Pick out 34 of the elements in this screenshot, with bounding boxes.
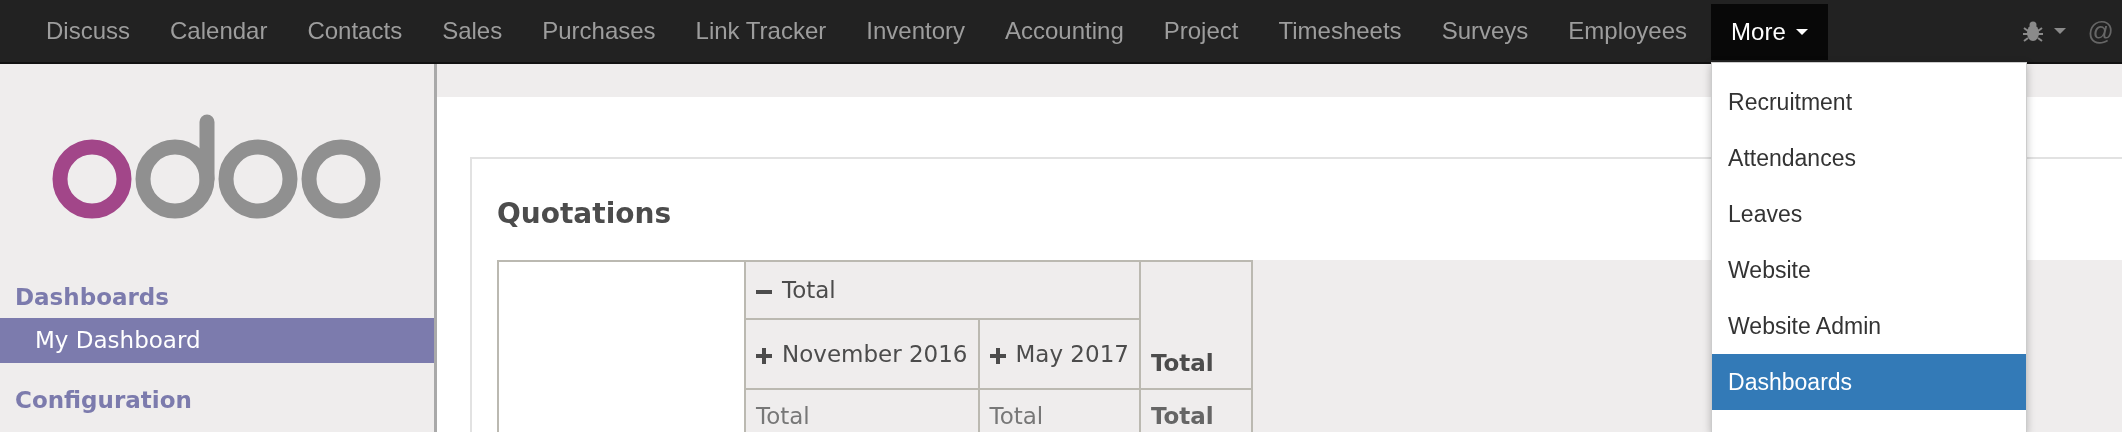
pivot-header[interactable]: Total [745,261,1140,319]
pivot-header[interactable]: May 2017 [978,319,1140,389]
menu-item[interactable]: Inventory [846,0,985,62]
menu-item[interactable]: Discuss [26,0,150,62]
caret-icon [2053,28,2066,34]
menu-item[interactable]: Surveys [1421,0,1549,62]
dashboard-title: Quotations [497,197,672,230]
dropdown-item[interactable]: Leaves [1712,186,2027,242]
menu-item[interactable]: Project [1143,0,1259,62]
menu-section-title[interactable]: Dashboards [0,226,434,312]
menu-item[interactable]: Employees [1548,0,1708,62]
dropdown-item[interactable]: Website [1712,242,2027,298]
table-cell: Total [978,389,1140,432]
menu-section-title[interactable]: Configuration [0,363,434,415]
bug-icon [2021,20,2044,42]
sidebar-item[interactable]: My Dashboard [0,318,434,363]
menu-item[interactable]: Timesheets [1258,0,1422,62]
dropdown-item[interactable]: Recruitment [1712,74,2027,130]
menu-item[interactable]: Sales [422,0,523,62]
menu-item[interactable]: Link Tracker [675,0,847,62]
dropdown-item[interactable]: Dashboards [1712,354,2027,410]
menu-item[interactable]: Purchases [522,0,676,62]
pivot-header: Total [1139,261,1252,389]
dropdown-item[interactable]: Website Admin [1712,298,2027,354]
table-cell: Total [745,389,979,432]
pivot-header[interactable]: November 2016 [745,319,979,389]
menu-item[interactable]: Contacts [287,0,423,62]
menu-item[interactable]: Calendar [150,0,288,62]
caret-icon [1795,29,1808,35]
dropdown-item[interactable]: Attendances [1712,130,2027,186]
debug-menu-button[interactable] [2021,20,2066,42]
more-menu-button[interactable]: More [1711,4,1828,60]
menu-item[interactable]: Accounting [985,0,1144,62]
table-cell: Total [1139,389,1252,432]
